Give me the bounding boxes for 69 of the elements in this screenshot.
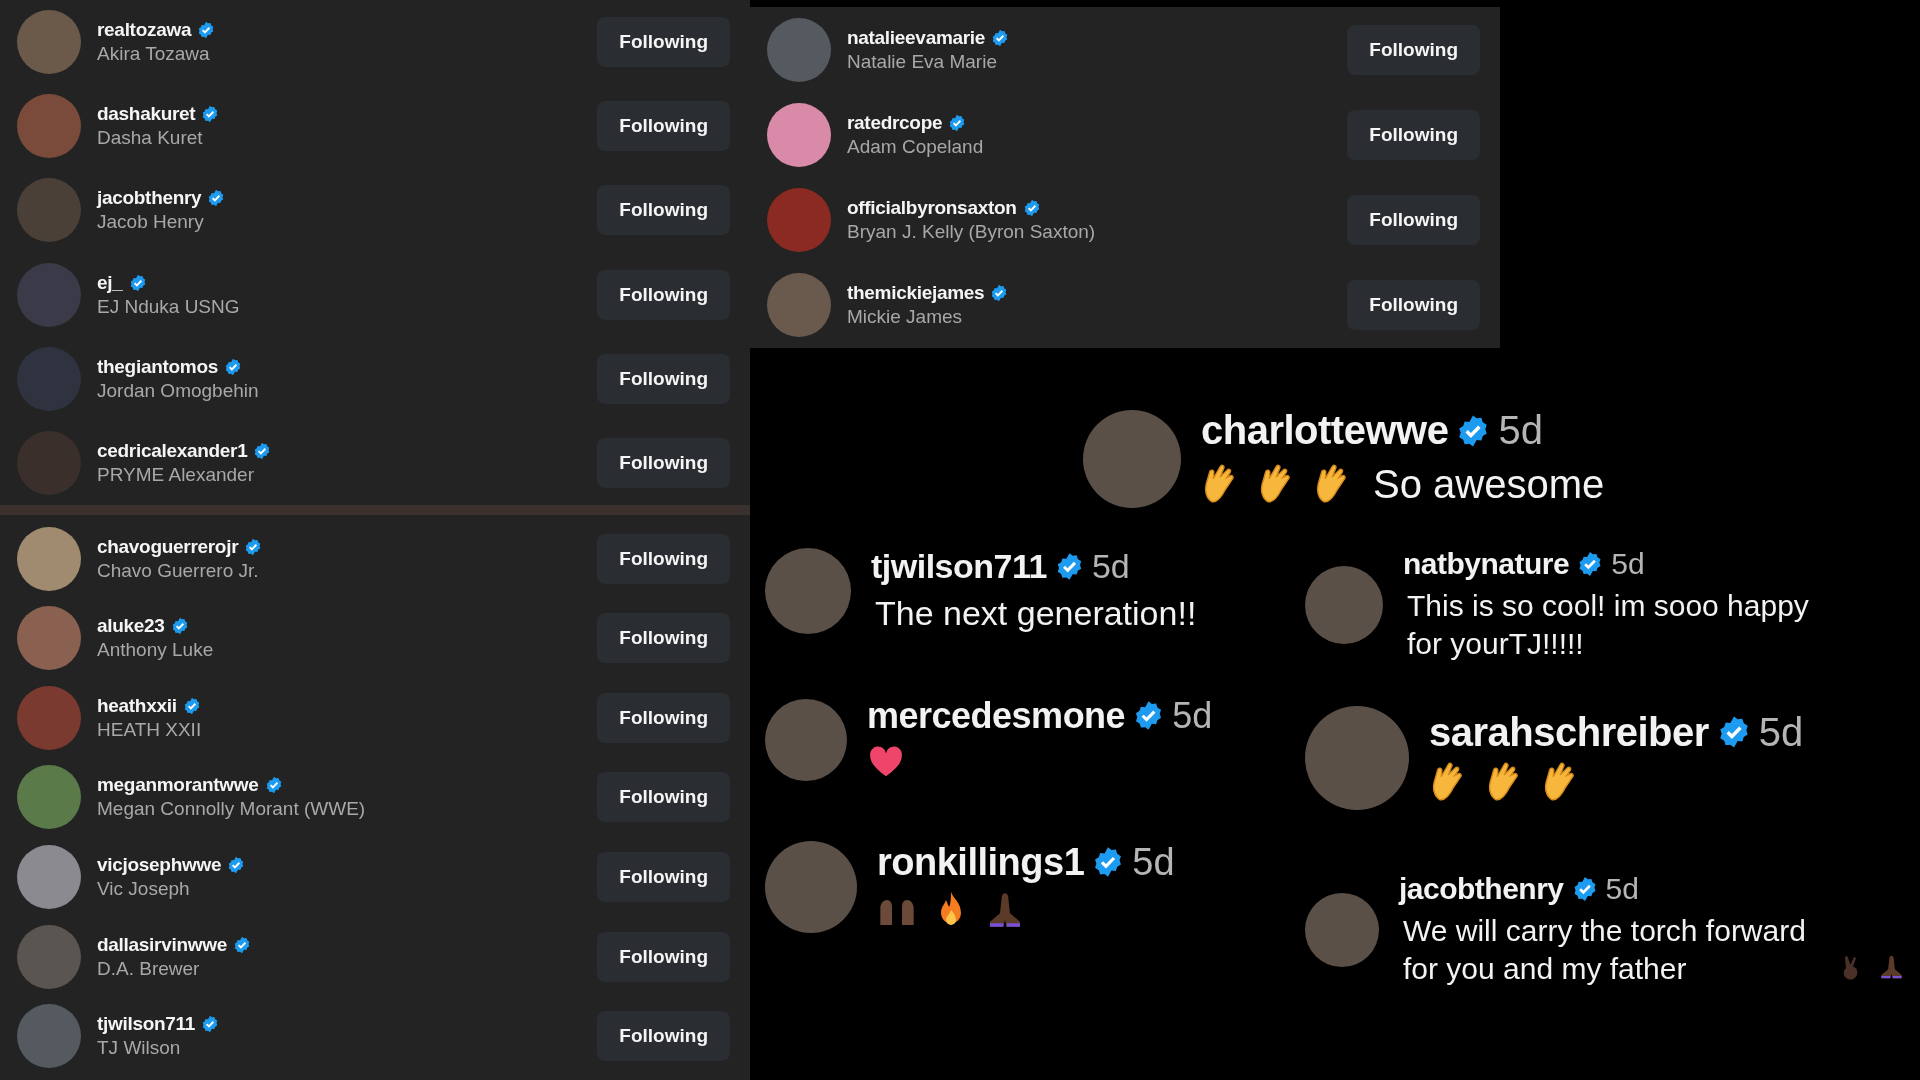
username[interactable]: meganmorantwwe [97,774,259,797]
comment-text: We will carry the torch forward for you and my father [1403,913,1807,987]
username[interactable]: jacobthenry [97,187,202,210]
comment-time: 5d [1132,840,1175,884]
full-name: HEATH XXII [97,718,203,741]
following-button[interactable]: Following [1347,195,1480,246]
comment-time: 5d [1091,547,1130,586]
full-name: Anthony Luke [97,639,215,662]
following-button[interactable]: Following [1347,109,1480,160]
comment-time: 5d [1498,408,1543,453]
full-name: Chavo Guerrero Jr. [97,559,260,582]
username[interactable]: vicjosephwwe [97,854,222,877]
full-name: PRYME Alexander [97,463,255,486]
following-button[interactable]: Following [597,101,730,152]
username[interactable]: tjwilson711 [97,1013,196,1036]
username[interactable]: thegiantomos [97,355,218,378]
full-name: Vic Joseph [97,878,191,901]
following-button[interactable]: Following [597,852,730,903]
username[interactable]: cedricalexander1 [97,439,248,462]
username[interactable]: dashakuret [97,103,196,126]
comment-username[interactable]: tjwilson711 [871,547,1047,586]
following-button[interactable]: Following [1347,280,1480,331]
following-button[interactable]: Following [597,185,730,236]
username[interactable]: natalieevamarie [847,26,986,49]
comment-username[interactable]: mercedesmone [867,694,1126,737]
username[interactable]: chavoguerrerojr [97,535,239,558]
username[interactable]: heathxxii [97,694,177,717]
following-button[interactable]: Following [597,772,730,823]
comment-time: 5d [1605,872,1639,906]
full-name: Natalie Eva Marie [847,50,998,73]
username[interactable]: ratedrcope [847,111,943,134]
full-name: EJ Nduka USNG [97,295,241,318]
comment-text: So awesome [1373,461,1605,508]
username[interactable]: realtozawa [97,19,192,42]
username[interactable]: ej_ [97,271,123,294]
following-button[interactable]: Following [597,269,730,320]
full-name: Jacob Henry [97,211,205,234]
comment-time: 5d [1611,547,1645,581]
comment-time: 5d [1758,709,1804,755]
comment-username[interactable]: ronkillings1 [877,840,1085,884]
full-name: Bryan J. Kelly (Byron Saxton) [847,221,1097,244]
comment-username[interactable]: sarahschreiber [1429,709,1709,755]
following-button[interactable]: Following [597,533,730,584]
comment-username[interactable]: jacobthenry [1399,872,1564,906]
following-button[interactable]: Following [597,1011,730,1062]
following-button[interactable]: Following [597,353,730,404]
username[interactable]: officialbyronsaxton [847,197,1017,220]
full-name: Jordan Omogbehin [97,379,260,402]
full-name: D.A. Brewer [97,957,201,980]
username[interactable]: themickiejames [847,282,985,305]
following-button[interactable]: Following [597,437,730,488]
username[interactable]: aluke23 [97,615,165,638]
following-button[interactable]: Following [597,692,730,743]
following-button[interactable]: Following [597,613,730,664]
full-name: Megan Connolly Morant (WWE) [97,798,367,821]
following-button[interactable]: Following [597,17,730,68]
comment-time: 5d [1172,694,1213,737]
comment-text: The next generation!! [875,593,1197,634]
comment-text: This is so cool! im sooo happy for yourTJ!!!!! [1407,588,1810,662]
comment-username[interactable]: charlottewwe [1201,408,1449,453]
full-name: Dasha Kuret [97,127,204,150]
following-button[interactable]: Following [1347,24,1480,75]
full-name: Adam Copeland [847,135,985,158]
username[interactable]: dallasirvinwwe [97,933,227,956]
comment-username[interactable]: natbynature [1403,547,1570,581]
following-button[interactable]: Following [597,931,730,982]
full-name: Akira Tozawa [97,43,211,66]
full-name: TJ Wilson [97,1037,182,1060]
full-name: Mickie James [847,306,964,329]
